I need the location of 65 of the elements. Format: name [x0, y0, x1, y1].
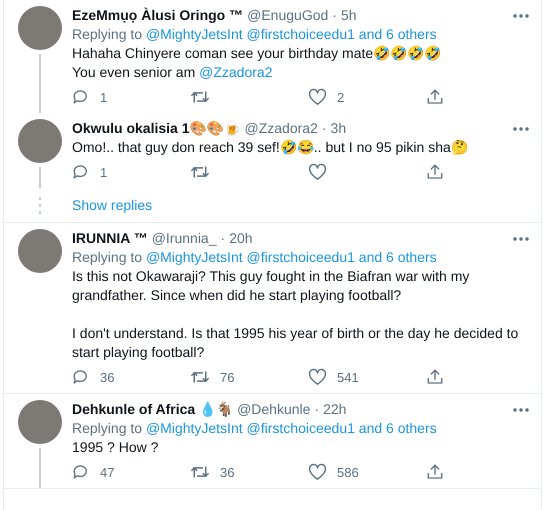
tweet-time[interactable]: 20h	[229, 229, 253, 248]
mention-link[interactable]: @firstchoiceedu1	[246, 26, 355, 42]
more-icon[interactable]	[513, 408, 529, 412]
retweet-count: 76	[220, 370, 234, 384]
user-name[interactable]: Dehkunle of Africa 💧🐐	[72, 400, 234, 419]
tweet-time[interactable]: 5h	[340, 6, 357, 25]
tweet-time[interactable]: 3h	[330, 119, 346, 138]
user-handle[interactable]: @EnuguGod	[247, 6, 328, 25]
heart-icon[interactable]	[308, 463, 327, 481]
heart-icon[interactable]	[308, 88, 327, 106]
reply-icon[interactable]	[72, 463, 90, 481]
tweet-text: I don't understand. Is that 1995 his year of birth or the day he decided to start playing football?	[72, 324, 520, 362]
dot-separator: ·	[314, 400, 320, 419]
reply-count: 36	[100, 370, 114, 384]
dot-separator: ·	[332, 6, 337, 25]
like-count: 2	[337, 90, 344, 104]
mention-link[interactable]: and 6 others	[358, 249, 437, 265]
avatar[interactable]	[18, 6, 62, 50]
mention-link[interactable]: @firstchoiceedu1	[246, 249, 355, 265]
mention-link[interactable]: @MightyJetsInt	[146, 26, 243, 42]
user-name[interactable]: EzeMmụọ Àlusi Oringo ™	[72, 6, 244, 25]
mention-link[interactable]: @MightyJetsInt	[146, 249, 243, 265]
dot-separator: ·	[322, 119, 327, 138]
share-icon[interactable]	[426, 368, 444, 386]
tweet-text: Is this not Okawaraji? This guy fought in the Biafran war with my grandfather. Since when did he start playing football?	[72, 267, 470, 305]
tweet-text: 1995 ? How ?	[72, 438, 160, 457]
reply-count: 1	[100, 164, 108, 180]
user-name[interactable]: Okwulu okalisia 1🎨🎨🍺	[72, 119, 240, 138]
reply-count: 47	[100, 464, 114, 480]
avatar[interactable]	[18, 119, 62, 163]
heart-icon[interactable]	[308, 163, 327, 181]
mention-link[interactable]: and 6 others	[358, 26, 437, 42]
dot-separator: ·	[220, 229, 226, 248]
more-icon[interactable]	[513, 14, 529, 18]
replying-to-text: Replying to @MightyJetsInt @firstchoiceedu1 and 6 others	[72, 248, 438, 267]
share-icon[interactable]	[426, 88, 444, 106]
user-handle[interactable]: @Dehkunle	[237, 400, 310, 419]
more-icon[interactable]	[513, 236, 529, 240]
reply-icon[interactable]	[72, 88, 90, 106]
like-count: 541	[337, 370, 359, 384]
mention-link[interactable]: @MightyJetsInt	[146, 420, 243, 436]
reply-icon[interactable]	[72, 368, 90, 386]
heart-icon[interactable]	[308, 368, 327, 386]
show-replies-link[interactable]: Show replies	[72, 197, 152, 213]
share-icon[interactable]	[426, 463, 444, 481]
tweet-text: Hahaha Chinyere coman see your birthday mate🤣🤣🤣🤣	[72, 44, 442, 63]
mention-link[interactable]: @firstchoiceedu1	[246, 420, 355, 436]
share-icon[interactable]	[426, 163, 444, 181]
mention-link[interactable]: and 6 others	[358, 420, 437, 436]
reply-count: 1	[100, 90, 108, 104]
more-icon[interactable]	[513, 126, 529, 130]
replying-to-text: Replying to @MightyJetsInt @firstchoiceedu1 and 6 others	[72, 25, 438, 44]
user-handle[interactable]: @Irunnia_	[152, 229, 217, 248]
tweet-text: You even senior am @Zzadora2	[72, 63, 274, 82]
user-handle[interactable]: @Zzadora2	[244, 119, 318, 138]
tweet-text: Omo!.. that guy don reach 39 sef!🤣😂.. but I no 95 pikin sha🤔	[72, 138, 469, 157]
reply-icon[interactable]	[72, 163, 90, 181]
user-name[interactable]: IRUNNIA ™	[72, 229, 148, 248]
avatar[interactable]	[18, 229, 62, 273]
replying-to-text: Replying to @MightyJetsInt @firstchoiceedu1 and 6 others	[72, 419, 438, 438]
avatar[interactable]	[18, 400, 62, 444]
retweet-count: 36	[220, 464, 234, 480]
tweet-time[interactable]: 22h	[323, 400, 346, 419]
like-count: 586	[337, 464, 359, 480]
mention-link[interactable]: @Zzadora2	[199, 64, 272, 80]
